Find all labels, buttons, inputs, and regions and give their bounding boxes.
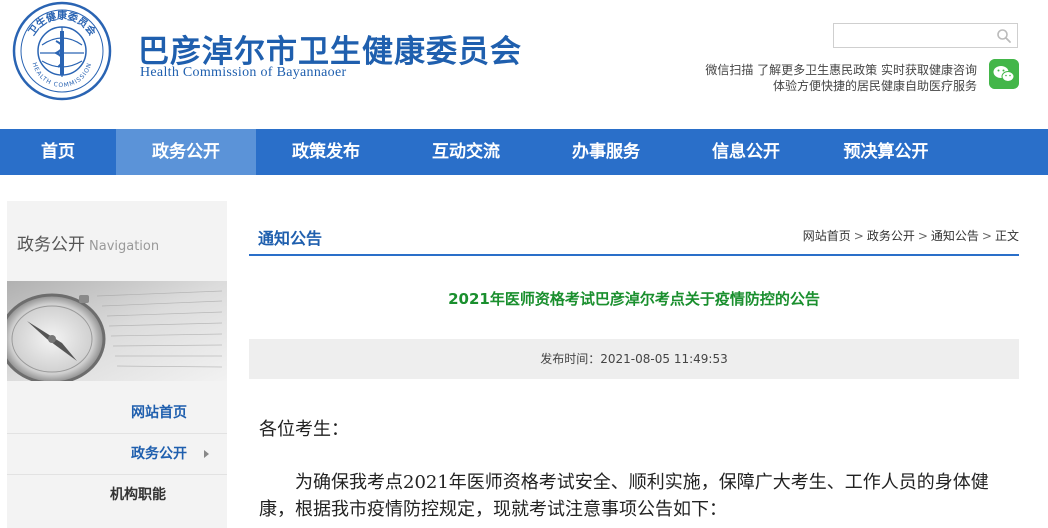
main-nav: 首页 政务公开 政策发布 互动交流 办事服务 信息公开 预决算公开 xyxy=(0,129,1048,175)
wechat-icon[interactable] xyxy=(989,59,1019,89)
wechat-promo-line2: 体验方便快捷的居民健康自助医疗服务 xyxy=(772,79,977,93)
sidebar: 政务公开 Navigation 网站首页 政务公开 机构职能 xyxy=(7,201,227,528)
nav-item-home[interactable]: 首页 xyxy=(0,129,116,175)
breadcrumb-separator: > xyxy=(853,229,864,243)
breadcrumb-current: 正文 xyxy=(994,229,1019,243)
sidebar-title-text: 政务公开 xyxy=(17,235,85,255)
article-salutation: 各位考生： xyxy=(259,419,349,440)
sidebar-item-label: 政务公开 xyxy=(131,446,187,462)
sidebar-banner-image xyxy=(7,281,227,381)
article-paragraph: 为确保我考点2021年医师资格考试安全、顺利实施，保障广大考生、工作人员的身体健… xyxy=(259,472,989,520)
breadcrumb-government-affairs[interactable]: 政务公开 xyxy=(867,229,915,243)
sidebar-title-en: Navigation xyxy=(89,239,160,254)
chevron-right-icon xyxy=(204,450,209,458)
nav-item-interaction[interactable]: 互动交流 xyxy=(396,129,536,175)
sidebar-item-home[interactable]: 网站首页 xyxy=(7,393,227,434)
site-header: 卫生健康委员会 HEALTH COMMISSION 巴彦淖尔市卫生健康委员会 H… xyxy=(0,0,1048,129)
article-body: 各位考生： 为确保我考点2021年医师资格考试安全、顺利实施，保障广大考生、工作… xyxy=(249,415,1019,523)
main-content: 通知公告 网站首页 > 政务公开 > 通知公告 > 正文 2021年医师资格考试巴彦淖尔考点… xyxy=(249,201,1019,523)
breadcrumb-home[interactable]: 网站首页 xyxy=(803,229,851,243)
emblem-icon[interactable]: 卫生健康委员会 HEALTH COMMISSION xyxy=(12,1,112,101)
section-title: 通知公告 xyxy=(258,229,323,248)
publish-time: 发布时间：2021-08-05 11:49:53 xyxy=(249,339,1019,379)
nav-item-budget[interactable]: 预决算公开 xyxy=(816,129,956,175)
sidebar-item-government-affairs[interactable]: 政务公开 xyxy=(7,434,227,475)
sidebar-menu: 网站首页 政务公开 机构职能 xyxy=(7,393,227,516)
breadcrumb-separator: > xyxy=(981,229,992,243)
search-input[interactable] xyxy=(834,24,994,47)
search-box xyxy=(833,23,1018,48)
wechat-promo-line1: 微信扫描 了解更多卫生惠民政策 实时获取健康咨询 xyxy=(705,63,977,77)
site-subtitle: Health Commission of Bayannaoer xyxy=(140,65,347,80)
nav-item-information[interactable]: 信息公开 xyxy=(676,129,816,175)
sidebar-title: 政务公开 Navigation xyxy=(7,201,227,281)
breadcrumb: 网站首页 > 政务公开 > 通知公告 > 正文 xyxy=(803,227,1019,244)
sidebar-item-functions[interactable]: 机构职能 xyxy=(7,475,227,516)
nav-item-government-affairs[interactable]: 政务公开 xyxy=(116,129,256,175)
breadcrumb-separator: > xyxy=(917,229,928,243)
nav-item-services[interactable]: 办事服务 xyxy=(536,129,676,175)
search-icon[interactable] xyxy=(995,27,1013,45)
breadcrumb-notices[interactable]: 通知公告 xyxy=(931,229,979,243)
nav-item-policy-release[interactable]: 政策发布 xyxy=(256,129,396,175)
article-title: 2021年医师资格考试巴彦淖尔考点关于疫情防控的公告 xyxy=(448,290,820,308)
content-header: 通知公告 网站首页 > 政务公开 > 通知公告 > 正文 xyxy=(249,201,1019,256)
